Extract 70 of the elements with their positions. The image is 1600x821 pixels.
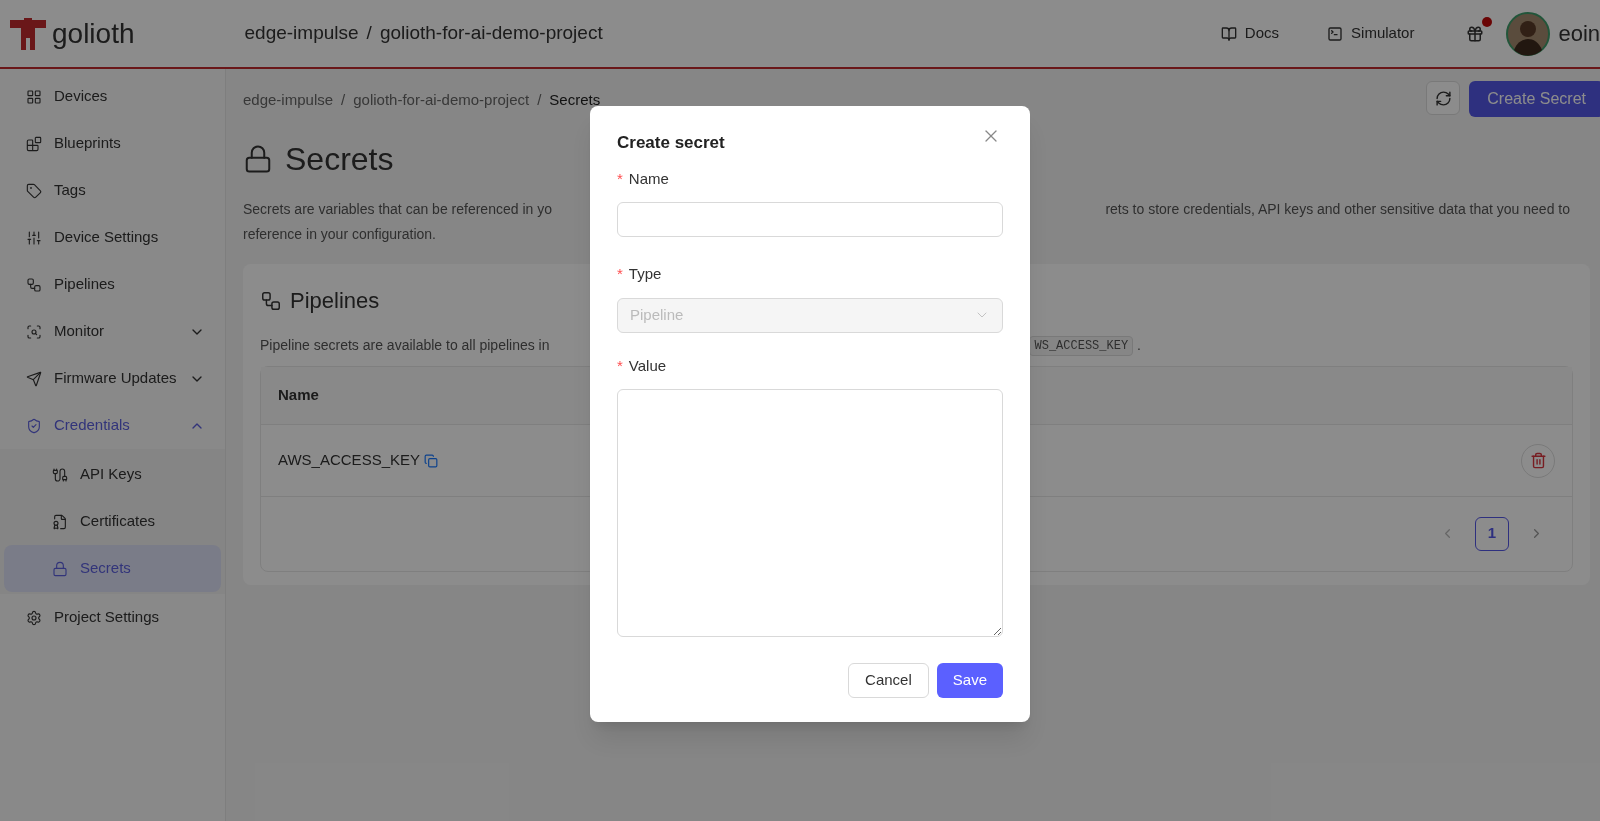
sidebar-item[interactable]: Firmware Updates <box>4 355 221 402</box>
separator: / <box>366 21 372 46</box>
description-text: rets to store credentials, API keys and other sensitive data that you need to <box>1105 200 1570 219</box>
section-title: Pipelines <box>290 287 380 315</box>
column-header: Name <box>278 385 319 406</box>
breadcrumb-separator: / <box>537 90 542 110</box>
tag-icon <box>26 182 42 199</box>
sidebar-item[interactable]: API Keys <box>4 451 221 498</box>
terminal-icon <box>1327 25 1344 42</box>
book-icon <box>1220 25 1237 42</box>
sidebar-item[interactable]: Monitor <box>4 308 221 355</box>
lock-icon <box>243 144 273 174</box>
code-text: WS_ACCESS_KEY <box>1029 335 1134 356</box>
description-text: . <box>1137 336 1141 355</box>
org-link[interactable]: edge-impulse <box>244 19 359 48</box>
sidebar-item[interactable]: Pipelines <box>4 261 221 308</box>
sliders-icon <box>26 229 42 246</box>
field-label: Name <box>628 168 669 189</box>
plug-icon <box>52 466 68 483</box>
paper-plane-icon <box>26 370 42 387</box>
nav-link[interactable]: Docs <box>1220 22 1280 45</box>
workflow-icon <box>26 276 42 293</box>
magnifier-icon <box>26 323 42 340</box>
certificate-icon <box>52 513 68 530</box>
sidebar-item[interactable]: Device Settings <box>4 214 221 261</box>
description-text: Pipeline secrets are available to all pipelines in <box>260 336 550 355</box>
field-label: Value <box>628 355 667 376</box>
gift-icon <box>1466 24 1485 43</box>
sidebar-item[interactable]: Project Settings <box>4 594 221 641</box>
description-text: Secrets are variables that can be referenced in yo <box>243 200 552 219</box>
trash-icon <box>1529 452 1547 469</box>
field-label: Type <box>628 264 662 284</box>
page-title: Secrets <box>285 140 394 179</box>
save-button[interactable]: Save <box>936 663 1003 698</box>
grid-icon <box>26 88 42 105</box>
copy-icon[interactable] <box>424 453 438 468</box>
required-mark: * <box>617 355 623 376</box>
breadcrumb-item[interactable]: golioth-for-ai-demo-project <box>353 89 530 112</box>
create-secret-button[interactable]: Create Secret <box>1469 81 1600 117</box>
required-mark: * <box>617 168 623 189</box>
sidebar-item[interactable]: Tags <box>4 167 221 214</box>
refresh-icon <box>1434 89 1452 107</box>
nav-link[interactable]: Simulator <box>1327 22 1415 45</box>
sidebar-item[interactable]: Devices <box>4 73 221 120</box>
lock-icon <box>52 560 68 577</box>
sidebar-item[interactable]: Credentials <box>4 402 221 449</box>
settings-icon <box>26 609 42 626</box>
required-mark: * <box>617 264 623 284</box>
sidebar-item[interactable]: Secrets <box>4 545 221 592</box>
sidebar-item[interactable]: Blueprints <box>4 120 221 167</box>
refresh-button[interactable] <box>1426 81 1461 115</box>
table-cell-text: AWS_ACCESS_KEY <box>278 450 420 471</box>
description-text: reference in your configuration. <box>243 225 436 244</box>
value-field[interactable] <box>617 389 1003 637</box>
breadcrumb-item: Secrets <box>549 90 601 110</box>
cancel-button[interactable]: Cancel <box>848 663 929 698</box>
workflow-icon <box>260 289 282 312</box>
page-button[interactable]: 1 <box>1475 516 1509 551</box>
shield-icon <box>26 417 42 434</box>
logo-icon <box>10 17 46 50</box>
breadcrumb-item[interactable]: edge-impulse <box>243 89 334 112</box>
sidebar-item[interactable]: Certificates <box>4 498 221 545</box>
dialog-title: Create secret <box>617 132 726 154</box>
blocks-icon <box>26 135 42 152</box>
user-name[interactable]: eoin <box>1558 17 1600 50</box>
avatar-icon[interactable] <box>1506 11 1551 56</box>
project-link[interactable]: golioth-for-ai-demo-project <box>379 19 603 48</box>
name-field[interactable] <box>617 202 1003 237</box>
breadcrumb-separator: / <box>341 90 346 110</box>
logo-text: golioth <box>52 16 135 51</box>
